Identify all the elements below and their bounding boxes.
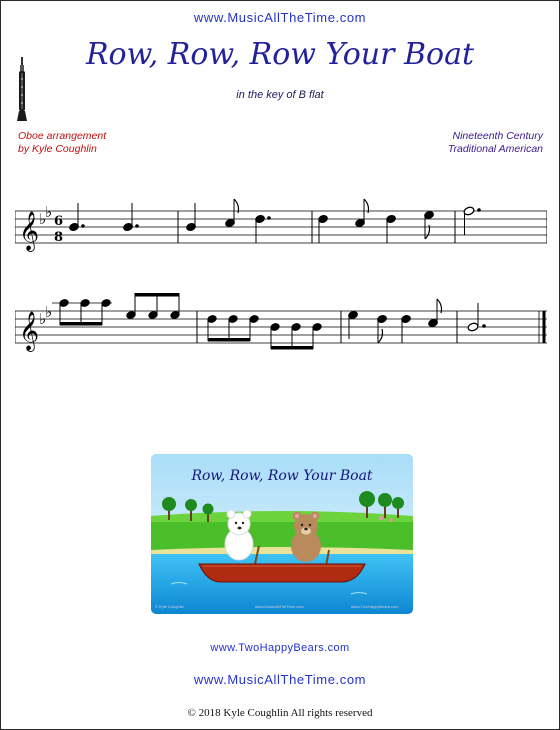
sheet-music-page: www.MusicAllTheTime.com Row, Row, Row Yo… <box>0 0 560 730</box>
two-happy-bears-link[interactable]: www.TwoHappyBears.com <box>1 642 559 654</box>
music-staff-1: 𝄞 ♭ ♭ 6 8 <box>15 198 547 252</box>
flat-icon: ♭ <box>45 303 52 321</box>
origin-line-1: Nineteenth Century <box>452 130 543 142</box>
illustration-credit-left: © Kyle Coughlin <box>155 604 184 609</box>
illustration-title: Row, Row, Row Your Boat <box>191 468 373 484</box>
music-staff-2: 𝄞 ♭ ♭ <box>15 293 547 352</box>
origin-credit: Nineteenth Century Traditional American <box>448 130 543 156</box>
illustration-credit-right: www.TwoHappyBears.com <box>351 604 399 609</box>
song-title: Row, Row, Row Your Boat <box>85 37 475 72</box>
arranger-line-2: by Kyle Coughlin <box>18 143 97 155</box>
origin-line-2: Traditional American <box>447 143 543 155</box>
oboe-icon <box>17 57 27 121</box>
site-url-top[interactable]: www.MusicAllTheTime.com <box>1 10 559 25</box>
copyright-notice: © 2018 Kyle Coughlin All rights reserved <box>187 707 373 719</box>
time-signature-top: 6 <box>54 214 63 229</box>
key-subtitle: in the key of B flat <box>236 89 324 101</box>
time-signature-bottom: 8 <box>54 230 63 245</box>
treble-clef-icon: 𝄞 <box>19 211 39 252</box>
brown-bear-icon <box>291 511 321 562</box>
illustration-credit-mid: www.MusicAllTheTime.com <box>255 604 304 609</box>
arranger-line-1: Oboe arrangement <box>18 130 107 142</box>
note-head <box>467 322 479 332</box>
two-happy-bears-illustration[interactable]: Row, Row, Row Your Boat © Kyle Coughlin … <box>151 454 413 614</box>
white-bear-icon <box>224 509 254 561</box>
site-url-bottom[interactable]: www.MusicAllTheTime.com <box>1 672 559 687</box>
flat-icon: ♭ <box>45 203 52 221</box>
rowboat-icon <box>198 563 366 583</box>
arranger-credit: Oboe arrangement by Kyle Coughlin <box>18 130 106 156</box>
treble-clef-icon: 𝄞 <box>19 311 39 352</box>
